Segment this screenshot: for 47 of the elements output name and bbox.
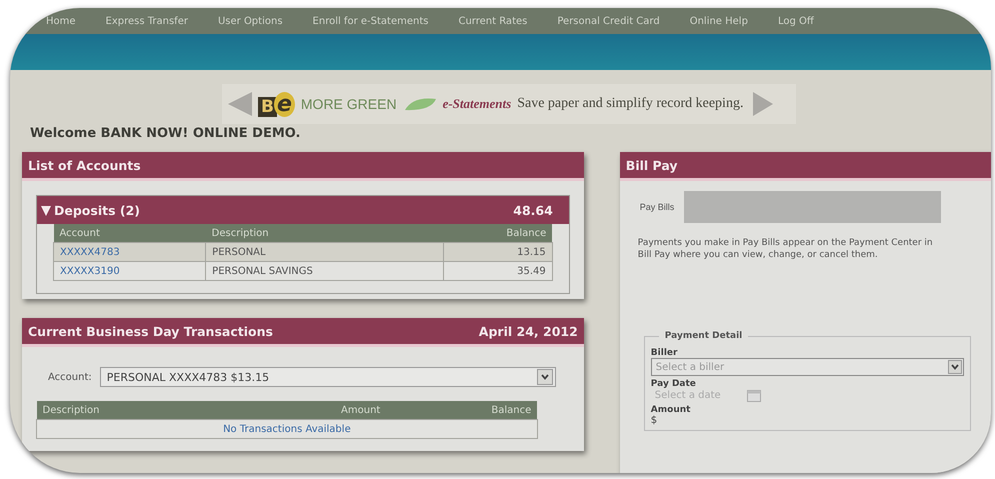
group-header[interactable]: Deposits (2) 48.64 xyxy=(37,196,569,224)
field-label: Account: xyxy=(48,372,92,382)
tab[interactable]: Pay Bills xyxy=(630,191,684,223)
dropdown-icon[interactable] xyxy=(536,369,553,385)
info-text: Payments you make in Pay Bills appear on the Payment Center in Bill Pay where you can view, change, or cancel them. xyxy=(638,237,933,261)
biller-select[interactable]: Select a biller xyxy=(650,358,964,376)
group-total: 48.64 xyxy=(513,202,553,218)
field-label: Amount xyxy=(650,405,692,415)
panel-title: List of Accounts xyxy=(28,158,141,172)
empty-message: No Transactions Available xyxy=(36,420,538,438)
nav-link[interactable]: User Options xyxy=(218,16,283,26)
field-label: Biller xyxy=(650,348,678,358)
banner-tagline: Save paper and simplify record keeping. xyxy=(517,96,744,112)
panel-title: Current Business Day Transactions xyxy=(28,324,273,338)
account-link[interactable]: XXXXX4783 xyxy=(60,246,120,258)
nav-link[interactable]: Home xyxy=(46,16,76,26)
table-cell: PERSONAL SAVINGS xyxy=(206,262,444,280)
leaf-icon xyxy=(402,96,437,112)
calendar-icon[interactable] xyxy=(746,389,761,402)
nav-link[interactable]: Express Transfer xyxy=(106,16,188,26)
table-cell: 35.49 xyxy=(444,262,552,280)
column-header: Amount xyxy=(237,401,386,420)
dropdown-icon[interactable] xyxy=(948,360,962,374)
column-header: Description xyxy=(36,401,238,420)
table-cell: PERSONAL xyxy=(206,242,444,262)
account-select[interactable]: PERSONAL XXXX4783 $13.15 xyxy=(100,367,556,387)
group-legend: Payment Detail xyxy=(658,331,748,341)
panel-date: April 24, 2012 xyxy=(478,324,578,338)
panel-title: Bill Pay xyxy=(626,158,678,172)
next-arrow-icon[interactable] xyxy=(753,92,774,116)
banner-headline: MORE GREEN xyxy=(300,96,397,112)
banner-product: e-Statements xyxy=(442,96,512,112)
welcome-message: Welcome BANK NOW! ONLINE DEMO. xyxy=(30,126,300,141)
currency-symbol: $ xyxy=(650,415,658,426)
nav-link[interactable]: Online Help xyxy=(690,16,748,26)
column-header: Balance xyxy=(444,224,552,242)
field-label: Pay Date xyxy=(650,379,697,389)
nav-link[interactable]: Personal Credit Card xyxy=(557,16,660,26)
column-header: Account xyxy=(54,224,206,242)
logo: B e xyxy=(258,92,295,116)
column-header: Description xyxy=(206,224,444,242)
nav-link[interactable]: Current Rates xyxy=(458,16,528,26)
nav-link[interactable]: Log Off xyxy=(778,16,814,26)
nav-link[interactable]: Enroll for e-Statements xyxy=(312,16,428,26)
column-header: Balance xyxy=(386,401,538,420)
account-link[interactable]: XXXXX3190 xyxy=(60,266,120,276)
table-cell: 13.15 xyxy=(444,242,552,262)
